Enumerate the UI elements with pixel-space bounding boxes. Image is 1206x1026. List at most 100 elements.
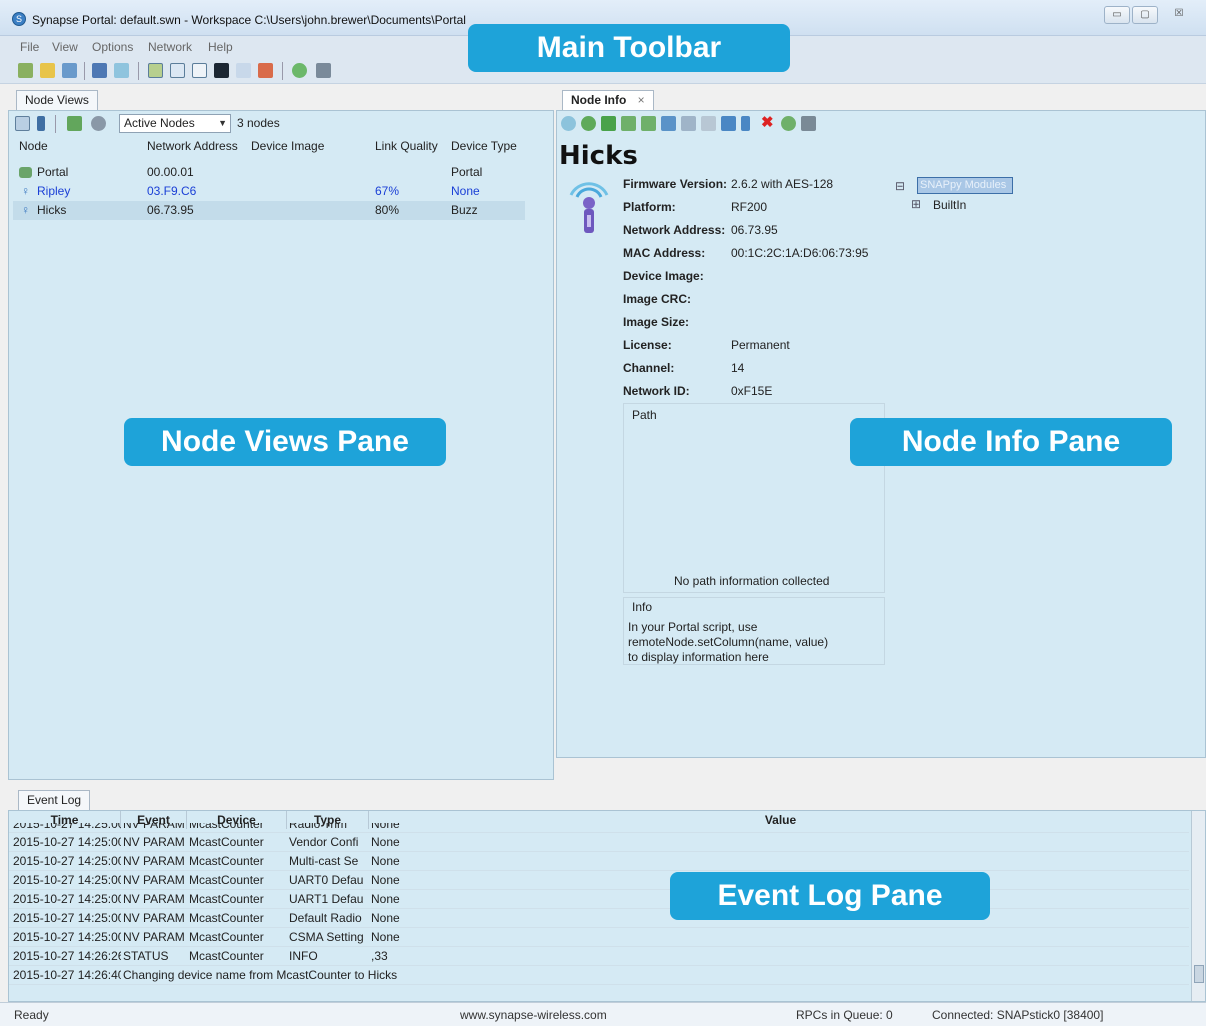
upload-script-icon[interactable] — [621, 116, 636, 131]
node-info-tabstrip: Node Info × — [556, 86, 1206, 110]
add-node-icon[interactable] — [292, 63, 307, 78]
open-folder-icon[interactable] — [40, 63, 55, 78]
minimize-button[interactable]: ▭ — [1104, 6, 1130, 24]
node-views-icon[interactable] — [148, 63, 163, 78]
status-connection: Connected: SNAPstick0 [38400] — [932, 1008, 1104, 1022]
delete-node-icon[interactable]: ✖ — [761, 115, 776, 131]
node-row-ripley[interactable]: ♀ Ripley 03.F9.C6 67% None — [13, 182, 525, 201]
menu-network[interactable]: Network — [148, 40, 192, 54]
data-logger-icon[interactable] — [236, 63, 251, 78]
log-time: 2015-10-27 14:26:26 — [13, 949, 121, 963]
edit-script-icon[interactable] — [92, 63, 107, 78]
log-value: None — [371, 892, 400, 906]
log-row-partial[interactable]: 2015-10-27 14:25:00 NV PARAM McastCounte… — [9, 823, 1189, 833]
event-log-icon[interactable] — [192, 63, 207, 78]
log-event: NV PARAM — [123, 835, 185, 849]
tree-toggle-child[interactable]: ⊞ — [911, 197, 921, 211]
field-value-platform: RF200 — [731, 200, 768, 214]
column-header-network-address[interactable]: Network Address — [147, 139, 238, 153]
tree-node-builtin[interactable]: BuiltIn — [933, 198, 966, 212]
tree-toggle-root[interactable]: ⊟ — [895, 179, 905, 193]
copy-icon[interactable] — [721, 116, 736, 131]
field-label-image-size: Image Size: — [623, 315, 690, 329]
log-device: McastCounter — [189, 930, 264, 944]
tab-node-info[interactable]: Node Info × — [562, 90, 654, 110]
tab-node-views[interactable]: Node Views — [16, 90, 98, 110]
tree-view-icon[interactable] — [37, 116, 45, 131]
column-header-node[interactable]: Node — [19, 139, 48, 153]
list-view-icon[interactable] — [15, 116, 30, 131]
erase-script-icon[interactable] — [661, 116, 676, 131]
settings-icon[interactable] — [801, 116, 816, 131]
log-device: McastCounter — [189, 823, 264, 831]
node-info-icon[interactable] — [170, 63, 185, 78]
menu-view[interactable]: View — [52, 40, 78, 54]
ping-icon[interactable] — [91, 116, 106, 131]
tab-event-log[interactable]: Event Log — [18, 790, 91, 810]
log-time: 2015-10-27 14:25:00 — [13, 873, 121, 887]
log-row[interactable]: 2015-10-27 14:26:40 Changing device name… — [9, 966, 1189, 985]
menu-options[interactable]: Options — [92, 40, 133, 54]
toolbar-separator — [282, 62, 283, 80]
node-device-type: Portal — [451, 165, 483, 179]
status-ready: Ready — [14, 1008, 49, 1022]
node-row-hicks[interactable]: ♀ Hicks 06.73.95 80% Buzz — [13, 201, 525, 220]
node-address: 06.73.95 — [147, 203, 194, 217]
field-value-license: Permanent — [731, 338, 790, 352]
radio-node-icon: ♀ — [21, 184, 30, 198]
reboot-icon[interactable] — [601, 116, 616, 131]
node-filter-dropdown[interactable]: Active Nodes ▼ — [119, 114, 231, 133]
export-script-icon[interactable] — [641, 116, 656, 131]
bar-chart-icon[interactable] — [258, 63, 273, 78]
new-workspace-icon[interactable] — [18, 63, 33, 78]
field-label-device-image: Device Image: — [623, 269, 704, 283]
log-device: McastCounter — [189, 854, 264, 868]
refresh-node-icon[interactable] — [581, 116, 596, 131]
field-label-platform: Platform: — [623, 200, 676, 214]
command-line-icon[interactable] — [214, 63, 229, 78]
log-event: NV PARAM — [123, 873, 185, 887]
change-config-icon[interactable] — [681, 116, 696, 131]
find-nodes-icon[interactable] — [316, 63, 331, 78]
node-views-tabstrip: Node Views — [8, 86, 554, 110]
menu-file[interactable]: File — [20, 40, 39, 54]
broadcast-icon[interactable] — [114, 63, 129, 78]
sync-icon[interactable] — [781, 116, 796, 131]
log-scrollbar-thumb[interactable] — [1194, 965, 1204, 983]
log-scrollbar[interactable] — [1191, 811, 1205, 1001]
event-log-tabstrip: Event Log — [8, 786, 1206, 810]
close-button[interactable]: ☒ — [1160, 6, 1198, 24]
node-link-quality: 80% — [375, 203, 400, 217]
node-info-toolbar: ✖ — [557, 111, 1205, 137]
log-row[interactable]: 2015-10-27 14:25:00 NV PARAM McastCounte… — [9, 871, 1189, 890]
log-device: McastCounter — [189, 835, 264, 849]
save-icon[interactable] — [62, 63, 77, 78]
column-header-device-type[interactable]: Device Type — [451, 139, 517, 153]
log-value: ,33 — [371, 949, 388, 963]
log-row[interactable]: 2015-10-27 14:25:00 NV PARAM McastCounte… — [9, 852, 1189, 871]
field-value-network-id: 0xF15E — [731, 384, 773, 398]
close-tab-icon[interactable]: × — [638, 93, 645, 107]
field-value-firmware: 2.6.2 with AES-128 — [731, 177, 834, 191]
log-row[interactable]: 2015-10-27 14:25:00 NV PARAM McastCounte… — [9, 890, 1189, 909]
log-type: UART0 Defau — [289, 873, 364, 887]
tree-node-snappy-modules[interactable]: SNAPpy Modules — [917, 177, 1013, 194]
log-row[interactable]: 2015-10-27 14:26:26 STATUS McastCounter … — [9, 947, 1189, 966]
refresh-icon[interactable] — [67, 116, 82, 131]
column-header-link-quality[interactable]: Link Quality — [375, 139, 438, 153]
maximize-button[interactable]: ▢ — [1132, 6, 1158, 24]
firmware-upgrade-icon[interactable] — [701, 116, 716, 131]
info-label: Info — [632, 600, 653, 614]
info-line-1: In your Portal script, use — [628, 620, 758, 634]
log-row[interactable]: 2015-10-27 14:25:00 NV PARAM McastCounte… — [9, 928, 1189, 947]
channel-icon[interactable] — [741, 116, 750, 131]
node-row-portal[interactable]: Portal 00.00.01 Portal — [13, 163, 525, 182]
field-value-mac-address: 00:1C:2C:1A:D6:06:73:95 — [731, 246, 869, 260]
broadcast-ping-icon[interactable] — [561, 116, 576, 131]
log-type: INFO — [289, 949, 318, 963]
menu-help[interactable]: Help — [208, 40, 233, 54]
log-row[interactable]: 2015-10-27 14:25:00 NV PARAM McastCounte… — [9, 833, 1189, 852]
status-url[interactable]: www.synapse-wireless.com — [460, 1008, 607, 1022]
column-header-device-image[interactable]: Device Image — [251, 139, 324, 153]
log-row[interactable]: 2015-10-27 14:25:00 NV PARAM McastCounte… — [9, 909, 1189, 928]
